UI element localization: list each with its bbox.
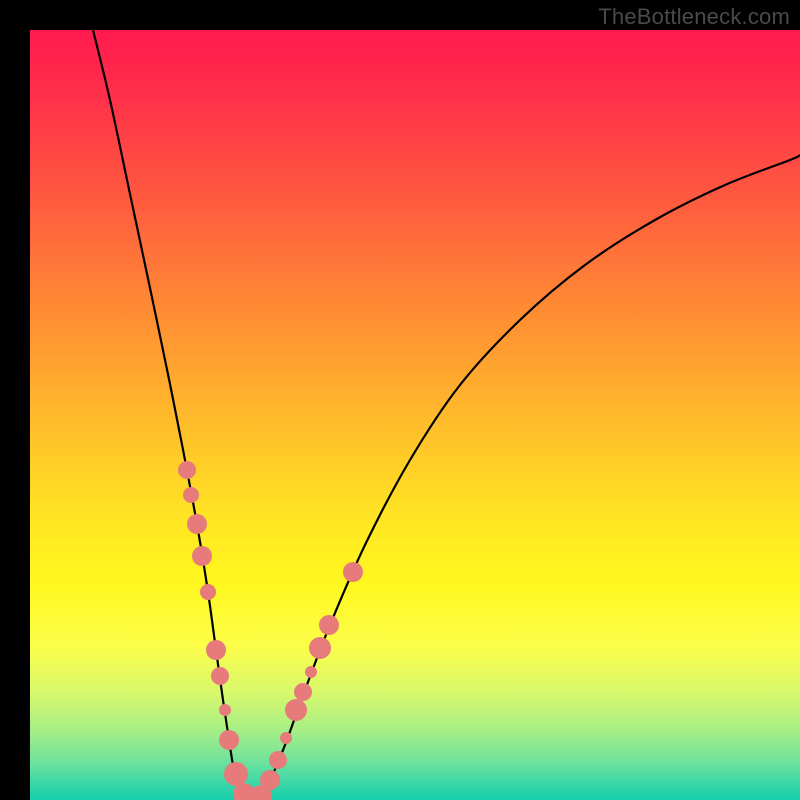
chart-frame: TheBottleneck.com xyxy=(0,0,800,800)
data-marker xyxy=(206,640,226,660)
data-marker xyxy=(219,730,239,750)
data-marker xyxy=(187,514,207,534)
markers-left-group xyxy=(178,461,280,800)
data-marker xyxy=(280,732,292,744)
data-marker xyxy=(343,562,363,582)
data-marker xyxy=(269,751,287,769)
data-marker xyxy=(178,461,196,479)
data-marker xyxy=(319,615,339,635)
data-marker xyxy=(309,637,331,659)
data-marker xyxy=(200,584,216,600)
markers-right-group xyxy=(269,562,363,769)
data-marker xyxy=(305,666,317,678)
data-marker xyxy=(260,770,280,790)
plot-area xyxy=(30,30,800,800)
data-marker xyxy=(285,699,307,721)
watermark-text: TheBottleneck.com xyxy=(598,4,790,30)
data-marker xyxy=(211,667,229,685)
curve-svg xyxy=(30,30,800,800)
data-marker xyxy=(224,762,248,786)
curve-left-branch xyxy=(93,30,252,800)
curve-right-branch xyxy=(252,155,800,800)
data-marker xyxy=(183,487,199,503)
data-marker xyxy=(219,704,231,716)
data-marker xyxy=(192,546,212,566)
data-marker xyxy=(294,683,312,701)
